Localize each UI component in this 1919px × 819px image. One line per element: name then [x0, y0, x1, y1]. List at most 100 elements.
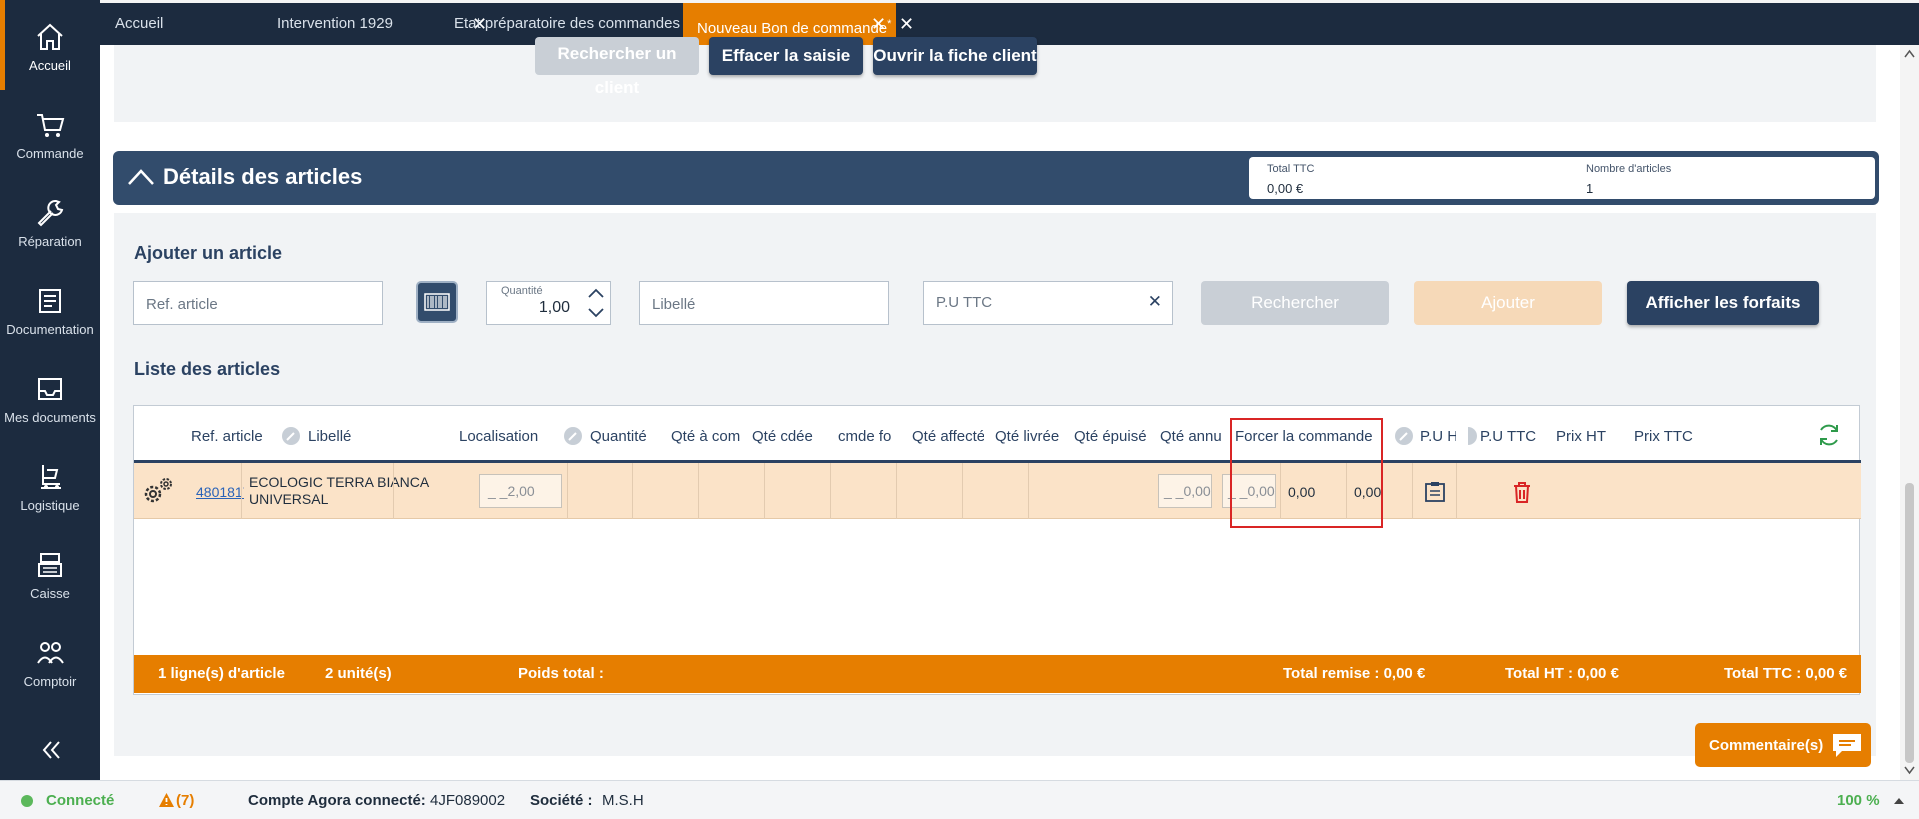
col-qte-livree[interactable]: Qté livrée: [995, 428, 1065, 445]
connection-status: Connecté: [46, 792, 115, 809]
sidebar: Accueil Commande Réparation Documentatio…: [0, 0, 100, 780]
home-icon: [37, 23, 63, 50]
libelle-line-2: UNIVERSAL: [249, 491, 329, 507]
col-prix-ht[interactable]: Prix HT: [1556, 428, 1606, 445]
barcode-scan-button[interactable]: [416, 281, 458, 323]
details-section-header[interactable]: Détails des articles Total TTC 0,00 € No…: [113, 151, 1879, 205]
double-chevron-left-icon[interactable]: [36, 735, 66, 765]
company-label: Société :: [530, 792, 593, 809]
search-article-button[interactable]: Rechercher: [1201, 281, 1389, 325]
sidebar-item-commande[interactable]: Commande: [0, 92, 100, 176]
scroll-up-icon[interactable]: [1904, 49, 1915, 59]
column-divider: [698, 463, 699, 519]
pu-ht-input[interactable]: _ _0,00: [1158, 474, 1212, 508]
sidebar-item-label: Commande: [16, 146, 84, 161]
quantity-label: Quantité: [501, 285, 543, 297]
add-article-title: Ajouter un article: [134, 243, 283, 263]
sidebar-item-mes-documents[interactable]: Mes documents: [0, 356, 100, 440]
col-qte-a-commander[interactable]: Qté à com: [671, 428, 742, 445]
inbox-icon: [38, 378, 62, 400]
col-ref-article[interactable]: Ref. article: [191, 428, 263, 445]
column-divider: [1456, 463, 1457, 519]
open-client-button[interactable]: Ouvrir la fiche client: [873, 37, 1037, 75]
vertical-scrollbar[interactable]: [1900, 45, 1919, 780]
document-icon: [39, 289, 61, 313]
chat-bubble-icon: [1833, 734, 1861, 757]
column-divider: [764, 463, 765, 519]
col-prix-ttc[interactable]: Prix TTC: [1634, 428, 1693, 445]
tab-intervention[interactable]: Intervention 1929 ✕: [277, 3, 487, 45]
clear-icon[interactable]: ✕: [1148, 292, 1162, 312]
stepper-arrows-icon[interactable]: [586, 284, 606, 322]
col-libelle[interactable]: Libellé: [308, 428, 351, 445]
edit-column-icon[interactable]: [1466, 426, 1478, 446]
company-value: M.S.H: [602, 792, 644, 809]
col-pu-ttc[interactable]: P.U TTC: [1480, 428, 1536, 445]
pu-ttc-input[interactable]: P.U TTC ✕: [923, 281, 1173, 325]
sidebar-item-comptoir[interactable]: Comptoir: [0, 620, 100, 704]
ref-article-link[interactable]: 4801817: [196, 484, 244, 500]
scrollbar-thumb[interactable]: [1905, 483, 1914, 763]
libelle-line-1: ECOLOGIC TERRA BIANCA: [249, 474, 430, 490]
column-divider: [632, 463, 633, 519]
edit-column-icon[interactable]: [1394, 426, 1414, 446]
sidebar-item-documentation[interactable]: Documentation: [0, 268, 100, 352]
search-client-button[interactable]: Rechercher un client: [535, 37, 699, 97]
nb-articles-label: Nombre d'articles: [1586, 163, 1672, 175]
col-pu-ht[interactable]: P.U H: [1420, 428, 1456, 445]
col-qte-affectee[interactable]: Qté affecté: [912, 428, 984, 445]
col-quantite[interactable]: Quantité: [590, 428, 647, 445]
edit-column-icon[interactable]: [563, 426, 583, 446]
col-qte-cdee[interactable]: Qté cdée: [752, 428, 818, 445]
show-forfaits-button[interactable]: Afficher les forfaits: [1627, 281, 1819, 325]
add-article-button[interactable]: Ajouter: [1414, 281, 1602, 325]
sidebar-item-accueil[interactable]: Accueil: [0, 4, 100, 88]
status-dot-icon: [21, 795, 33, 807]
libelle-placeholder: Libellé: [652, 296, 696, 313]
quantity-value: 1,00: [538, 299, 570, 316]
column-divider: [896, 463, 897, 519]
tab-accueil[interactable]: Accueil: [115, 3, 255, 45]
tab-label: Nouveau Bon de commande: [697, 20, 888, 37]
warning-icon[interactable]: [158, 792, 175, 808]
account-value: 4JF089002: [430, 792, 506, 809]
sidebar-item-label: Accueil: [29, 58, 71, 73]
caret-up-icon[interactable]: [1893, 796, 1905, 805]
ref-article-input[interactable]: Ref. article: [133, 281, 383, 325]
refresh-icon[interactable]: [1816, 422, 1842, 448]
sidebar-item-caisse[interactable]: Caisse: [0, 532, 100, 616]
row-quantity-input[interactable]: _ _2,00: [479, 474, 562, 508]
column-divider: [567, 463, 568, 519]
details-list-icon[interactable]: [1423, 480, 1447, 504]
sidebar-item-reparation[interactable]: Réparation: [0, 180, 100, 264]
col-qte-annulee[interactable]: Qté annu: [1160, 428, 1226, 445]
col-localisation[interactable]: Localisation: [459, 428, 538, 445]
highlight-box: [1230, 418, 1383, 528]
gears-icon[interactable]: [140, 475, 176, 509]
edit-column-icon[interactable]: [281, 426, 301, 446]
total-ttc-value: 0,00 €: [1267, 181, 1304, 196]
warning-count[interactable]: (7): [176, 792, 194, 809]
trash-icon[interactable]: [1509, 479, 1535, 505]
table-footer-totals: 1 ligne(s) d'article 2 unité(s) Poids to…: [134, 655, 1861, 693]
col-qte-epuisee[interactable]: Qté épuisé: [1074, 428, 1146, 445]
column-divider: [393, 463, 394, 519]
comments-label: Commentaire(s): [1709, 737, 1824, 754]
total-discount: Total remise : 0,00 €: [1283, 665, 1426, 682]
quantity-stepper[interactable]: Quantité 1,00: [486, 281, 611, 325]
sidebar-item-label: Caisse: [30, 586, 70, 601]
libelle-input[interactable]: Libellé: [639, 281, 889, 325]
sidebar-item-logistique[interactable]: Logistique: [0, 444, 100, 528]
sidebar-item-label: Comptoir: [23, 674, 77, 689]
scroll-down-icon[interactable]: [1904, 765, 1915, 775]
clear-input-button[interactable]: Effacer la saisie: [709, 37, 863, 75]
pu-ttc-placeholder: P.U TTC: [936, 294, 993, 311]
zoom-level[interactable]: 100 %: [1837, 792, 1880, 809]
tab-label: Etat préparatoire des commandes: [454, 15, 680, 32]
comments-button[interactable]: Commentaire(s): [1695, 723, 1871, 767]
nb-articles-value: 1: [1586, 181, 1594, 196]
total-ht: Total HT : 0,00 €: [1505, 665, 1619, 682]
total-weight: Poids total :: [518, 665, 604, 682]
col-cmde-fournisseur[interactable]: cmde fo: [838, 428, 896, 445]
chevron-up-icon[interactable]: [127, 166, 155, 188]
